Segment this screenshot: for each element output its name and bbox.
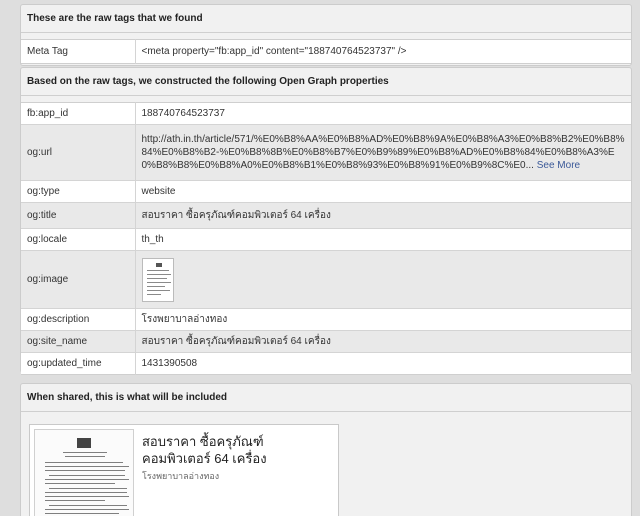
site-name-value: สอบราคา ซื้อครุภัณฑ์คอมพิวเตอร์ 64 เครื่… [135, 330, 631, 353]
image-cell [135, 250, 631, 309]
table-row: Meta Tag <meta property="fb:app_id" cont… [21, 39, 631, 64]
table-row: fb:app_id 188740764523737 [21, 102, 631, 125]
preview-description: โรงพยาบาลอ่างทอง [142, 471, 220, 481]
updated-time-value: 1431390508 [135, 352, 631, 375]
url-key: og:url [21, 124, 136, 181]
og-properties-header: Based on the raw tags, we constructed th… [21, 68, 631, 96]
document-preview-icon [34, 429, 134, 516]
preview-title[interactable]: สอบราคา ซื้อครุภัณฑ์คอมพิวเตอร์ 64 เครื่… [142, 433, 332, 467]
app-id-value: 188740764523737 [141, 108, 225, 119]
title-key: og:title [21, 202, 136, 229]
raw-tags-panel: These are the raw tags that we found Met… [20, 4, 632, 66]
table-row: og:site_name สอบราคา ซื้อครุภัณฑ์คอมพิวเ… [21, 330, 631, 353]
table-row: og:description โรงพยาบาลอ่างทอง [21, 308, 631, 331]
table-row: og:updated_time 1431390508 [21, 352, 631, 375]
locale-key: og:locale [21, 228, 136, 251]
raw-tags-body: Meta Tag <meta property="fb:app_id" cont… [21, 33, 631, 64]
share-preview-header: When shared, this is what will be includ… [21, 384, 631, 412]
share-preview-card[interactable]: สอบราคา ซื้อครุภัณฑ์คอมพิวเตอร์ 64 เครื่… [29, 424, 339, 516]
share-preview-panel: When shared, this is what will be includ… [20, 383, 632, 516]
table-row: og:url http://ath.in.th/article/571/%E0%… [21, 124, 631, 181]
table-row: og:image [21, 250, 631, 309]
raw-tags-table: Meta Tag <meta property="fb:app_id" cont… [21, 39, 631, 64]
description-value: โรงพยาบาลอ่างทอง [135, 308, 631, 331]
url-value-wrapper: http://ath.in.th/article/571/%E0%B8%AA%E… [142, 133, 626, 172]
meta-tag-value: <meta property="fb:app_id" content="1887… [141, 46, 407, 57]
og-properties-table: fb:app_id 188740764523737 og:url http://… [21, 102, 631, 375]
see-more-link[interactable]: See More [537, 160, 580, 171]
locale-value: th_th [135, 228, 631, 251]
meta-tag-key: Meta Tag [21, 39, 136, 64]
table-row: og:locale th_th [21, 228, 631, 251]
og-properties-body: fb:app_id 188740764523737 og:url http://… [21, 96, 631, 375]
url-cell: http://ath.in.th/article/571/%E0%B8%AA%E… [135, 124, 631, 181]
table-row: og:title สอบราคา ซื้อครุภัณฑ์คอมพิวเตอร์… [21, 202, 631, 229]
document-thumbnail-icon[interactable] [141, 257, 174, 302]
site-name-key: og:site_name [21, 330, 136, 353]
image-key: og:image [21, 250, 136, 309]
updated-time-key: og:updated_time [21, 352, 136, 375]
title-value: สอบราคา ซื้อครุภัณฑ์คอมพิวเตอร์ 64 เครื่… [135, 202, 631, 229]
app-id-key: fb:app_id [21, 102, 136, 125]
og-properties-panel: Based on the raw tags, we constructed th… [20, 67, 632, 375]
table-row: og:type website [21, 180, 631, 203]
type-key: og:type [21, 180, 136, 203]
type-value: website [135, 180, 631, 203]
description-key: og:description [21, 308, 136, 331]
raw-tags-header: These are the raw tags that we found [21, 5, 631, 33]
